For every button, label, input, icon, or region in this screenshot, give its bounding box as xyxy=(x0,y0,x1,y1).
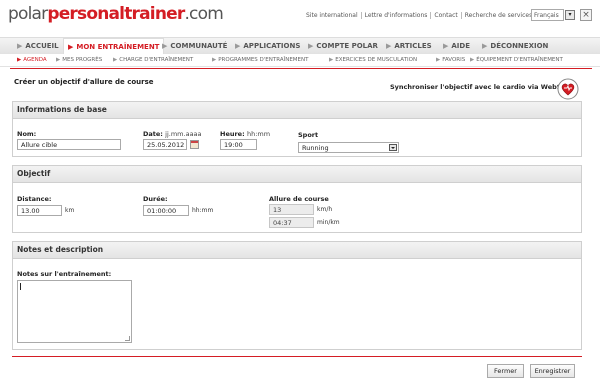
close-icon[interactable]: × xyxy=(580,9,592,21)
distance-input[interactable]: 13.00 xyxy=(17,205,62,216)
subnav-arrow-icon: ▶ xyxy=(329,57,334,63)
nav-label: DÉCONNEXION xyxy=(490,42,549,50)
notes-textarea[interactable] xyxy=(17,280,132,343)
websync-heart-icon[interactable] xyxy=(557,78,579,100)
panel-header: Notes et description xyxy=(13,242,581,259)
top-links: Site international Lettre d'informations… xyxy=(303,12,535,19)
calendar-icon[interactable] xyxy=(190,140,199,149)
sport-select-value: Running xyxy=(302,144,329,152)
link-service-search[interactable]: Recherche de services xyxy=(462,12,535,19)
basic-info-panel: Informations de base Nom: Allure cible D… xyxy=(12,101,582,157)
nav-accueil[interactable]: ▶ ACCUEIL xyxy=(17,38,59,55)
distance-label: Distance: xyxy=(17,195,52,203)
nav-label: MON ENTRAÎNEMENT xyxy=(76,43,160,51)
panel-header: Informations de base xyxy=(13,102,581,119)
sub-nav: ▶ AGENDA ▶ MES PROGRÈS ▶ CHARGE D'ENTRAÎNEM… xyxy=(0,54,600,67)
text-caret xyxy=(20,283,21,290)
divider xyxy=(10,68,592,69)
subnav-favoris[interactable]: ▶ FAVORIS xyxy=(436,54,465,67)
duration-label: Durée: xyxy=(143,195,168,203)
date-label: Date: jj.mm.aaaa xyxy=(143,130,202,138)
subnav-label: ÉQUIPEMENT D'ENTRAÎNEMENT xyxy=(476,57,563,63)
resize-grip-icon[interactable] xyxy=(125,336,130,341)
logo-text-part1: polar xyxy=(8,4,48,24)
subnav-label: CHARGE D'ENTRAÎNEMENT xyxy=(119,57,194,63)
speed-readout: 13 xyxy=(269,204,314,215)
subnav-arrow-icon: ▶ xyxy=(113,57,118,63)
subnav-arrow-icon: ▶ xyxy=(56,57,61,63)
subnav-arrow-icon: ▶ xyxy=(470,57,475,63)
time-input[interactable]: 19:00 xyxy=(220,139,257,150)
pace-label: Allure de course xyxy=(269,195,329,203)
name-label: Nom: xyxy=(17,130,37,138)
nav-aide[interactable]: ▶ AIDE xyxy=(443,38,470,55)
pace-readout: 04:37 xyxy=(269,217,314,228)
subnav-label: AGENDA xyxy=(23,57,47,63)
pace-unit: min/km xyxy=(317,219,340,226)
subnav-agenda[interactable]: ▶ AGENDA xyxy=(17,54,47,67)
nav-arrow-icon: ▶ xyxy=(162,42,168,50)
time-label: Heure: hh:mm xyxy=(220,130,271,138)
sport-select[interactable]: Running xyxy=(298,142,399,153)
objective-panel: Objectif Distance: 13.00 km Durée: 01:00… xyxy=(12,165,582,233)
subnav-arrow-icon: ▶ xyxy=(17,57,22,63)
logo-text-part3: .com xyxy=(184,4,223,24)
link-newsletter[interactable]: Lettre d'informations xyxy=(362,12,432,19)
main-nav: ▶ ACCUEIL ▶ MON ENTRAÎNEMENT ▶ COMMUNAUTÉ ▶… xyxy=(0,37,600,55)
nav-label: COMPTE POLAR xyxy=(316,42,378,50)
nav-communaute[interactable]: ▶ COMMUNAUTÉ xyxy=(162,38,227,55)
nav-label: AIDE xyxy=(451,42,471,50)
nav-label: COMMUNAUTÉ xyxy=(170,42,228,50)
subnav-equipement[interactable]: ▶ ÉQUIPEMENT D'ENTRAÎNEMENT xyxy=(470,54,563,67)
close-button[interactable]: Fermer xyxy=(487,364,524,378)
link-international[interactable]: Site international xyxy=(303,12,362,19)
nav-arrow-icon: ▶ xyxy=(443,42,449,50)
name-input[interactable]: Allure cible xyxy=(17,139,121,150)
logo-text-part2: personaltrainer xyxy=(47,4,185,24)
nav-arrow-icon: ▶ xyxy=(235,42,241,50)
language-dropdown-icon[interactable]: ▾ xyxy=(565,10,575,20)
subnav-label: EXERCICES DE MUSCULATION xyxy=(335,57,418,63)
distance-unit: km xyxy=(65,207,75,214)
nav-arrow-icon: ▶ xyxy=(17,42,23,50)
nav-arrow-icon: ▶ xyxy=(308,42,314,50)
save-button[interactable]: Enregistrer xyxy=(530,364,575,378)
websync-link[interactable]: Synchroniser l'objectif avec le cardio v… xyxy=(390,83,574,91)
subnav-label: FAVORIS xyxy=(442,57,466,63)
language-select[interactable]: Français xyxy=(531,9,564,21)
notes-label: Notes sur l'entraînement: xyxy=(17,270,112,278)
chevron-down-icon[interactable] xyxy=(389,144,397,151)
date-input[interactable]: 25.05.2012 xyxy=(143,139,187,150)
nav-label: ACCUEIL xyxy=(25,42,59,50)
nav-articles[interactable]: ▶ ARTICLES xyxy=(386,38,432,55)
subnav-musculation[interactable]: ▶ EXERCICES DE MUSCULATION xyxy=(329,54,417,67)
subnav-charge[interactable]: ▶ CHARGE D'ENTRAÎNEMENT xyxy=(113,54,193,67)
nav-mon-entrainement[interactable]: ▶ MON ENTRAÎNEMENT xyxy=(63,38,165,55)
nav-label: APPLICATIONS xyxy=(243,42,301,50)
polar-logo[interactable]: polarpersonaltrainer.com xyxy=(8,4,224,24)
subnav-programmes[interactable]: ▶ PROGRAMMES D'ENTRAÎNEMENT xyxy=(212,54,309,67)
link-contact[interactable]: Contact xyxy=(431,12,462,19)
nav-applications[interactable]: ▶ APPLICATIONS xyxy=(235,38,300,55)
subnav-arrow-icon: ▶ xyxy=(436,57,441,63)
page-title: Créer un objectif d'allure de course xyxy=(14,78,154,86)
subnav-label: PROGRAMMES D'ENTRAÎNEMENT xyxy=(218,57,309,63)
speed-unit: km/h xyxy=(317,206,333,213)
subnav-arrow-icon: ▶ xyxy=(212,57,217,63)
duration-unit: hh:mm xyxy=(192,207,214,214)
subnav-mes-progres[interactable]: ▶ MES PROGRÈS xyxy=(56,54,102,67)
divider xyxy=(12,356,582,357)
sport-label: Sport xyxy=(298,131,319,139)
nav-deconnexion[interactable]: ▶ DÉCONNEXION xyxy=(482,38,548,55)
nav-arrow-icon: ▶ xyxy=(68,43,74,51)
nav-arrow-icon: ▶ xyxy=(482,42,488,50)
notes-panel: Notes et description Notes sur l'entraîn… xyxy=(12,241,582,350)
nav-label: ARTICLES xyxy=(394,42,432,50)
duration-input[interactable]: 01:00:00 xyxy=(143,205,189,216)
nav-arrow-icon: ▶ xyxy=(386,42,392,50)
subnav-label: MES PROGRÈS xyxy=(62,57,103,63)
nav-compte-polar[interactable]: ▶ COMPTE POLAR xyxy=(308,38,378,55)
panel-header: Objectif xyxy=(13,166,581,183)
